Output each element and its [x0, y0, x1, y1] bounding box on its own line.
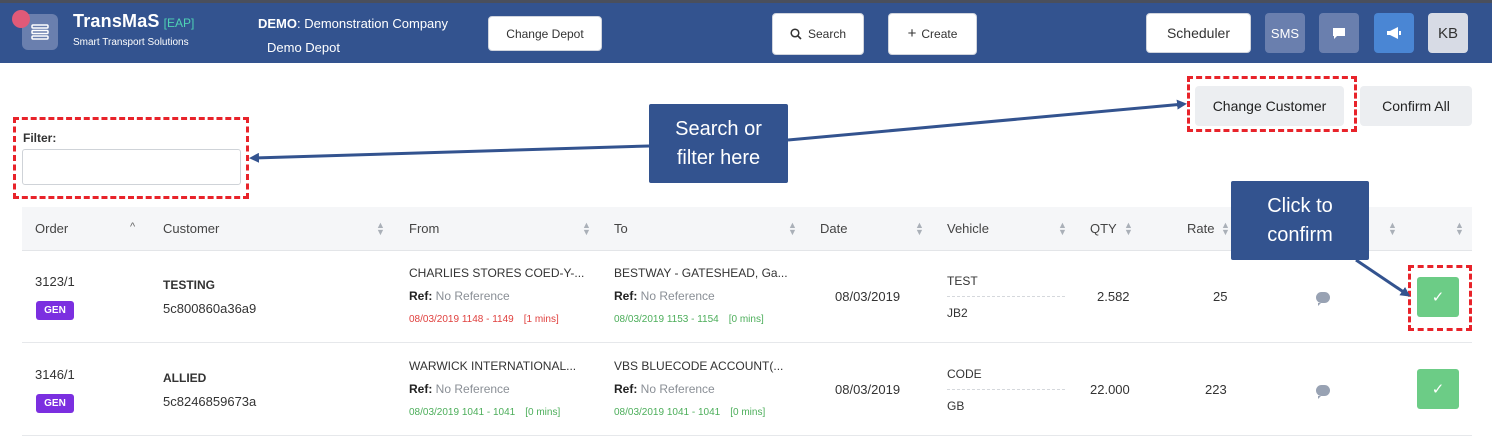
arrow-to-change-customer — [787, 99, 1187, 142]
arrow-to-confirm — [1355, 258, 1411, 297]
callout-line: Click to — [1267, 195, 1333, 217]
confirm-callout: Click to confirm — [1231, 181, 1369, 260]
callout-line: filter here — [676, 147, 761, 169]
callout-line: confirm — [1267, 224, 1333, 246]
search-callout: Search or filter here — [649, 104, 788, 183]
arrow-to-filter — [249, 144, 650, 163]
callout-line: Search or — [675, 118, 762, 140]
